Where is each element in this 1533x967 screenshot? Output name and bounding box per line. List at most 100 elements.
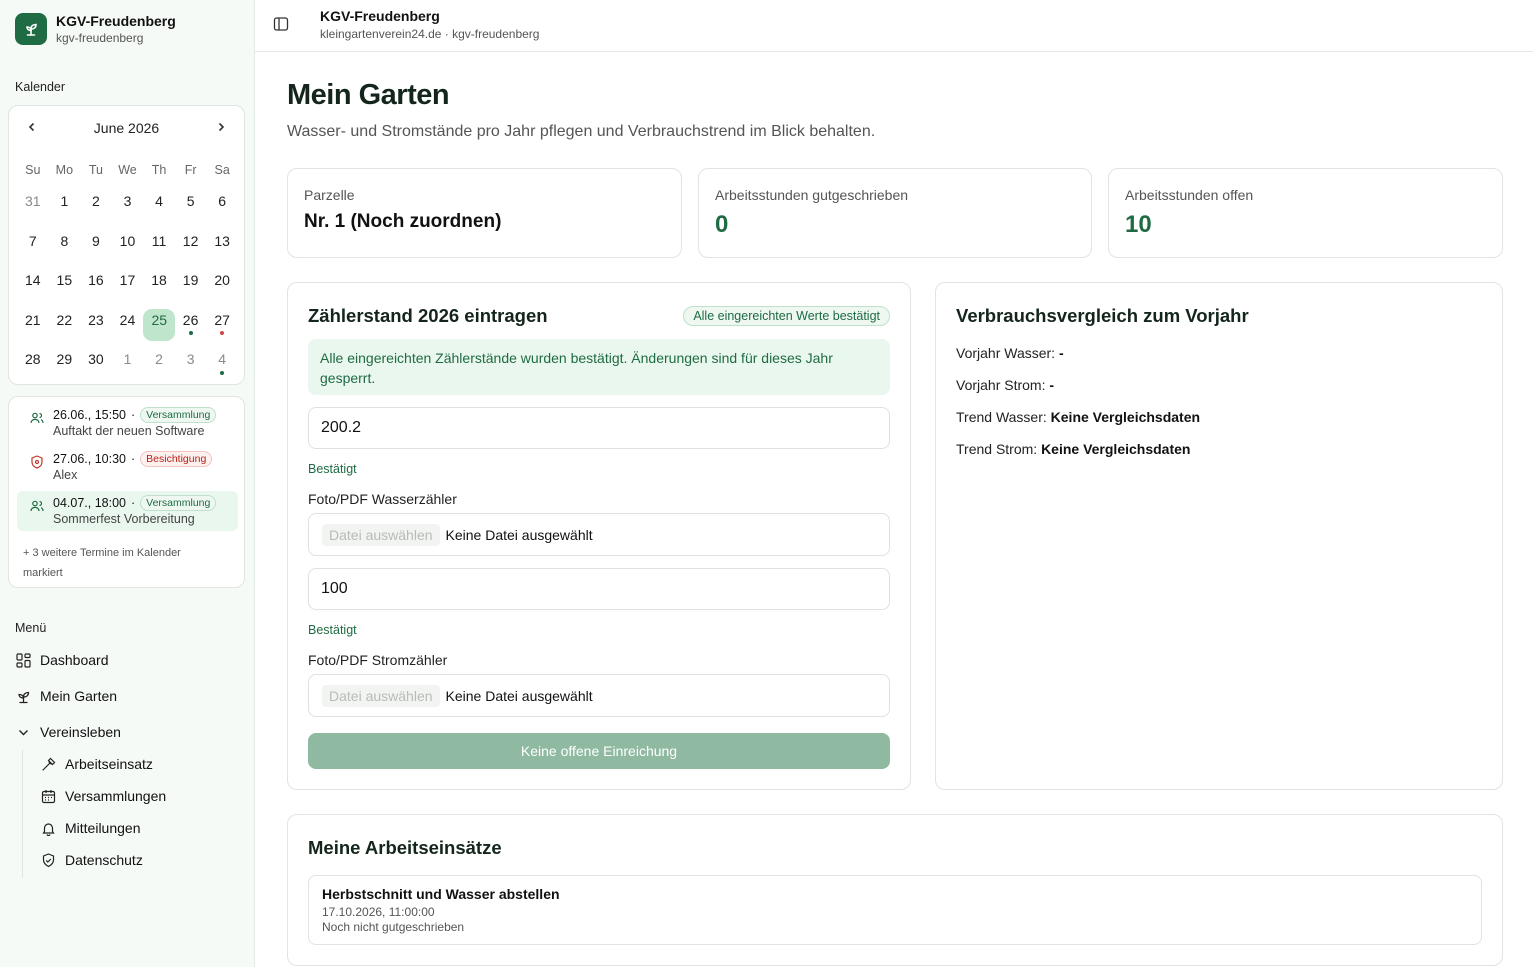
stat-value: 10 <box>1125 211 1152 238</box>
meter-card: Zählerstand 2026 eintragen Alle eingerei… <box>287 282 911 790</box>
menu-datenschutz[interactable]: Datenschutz <box>41 852 143 868</box>
stat-label: Arbeitsstunden offen <box>1125 187 1254 203</box>
calendar-day[interactable]: 31 <box>17 183 49 223</box>
calendar-day[interactable]: 4 <box>143 183 175 223</box>
power-meter-input[interactable]: 100 <box>308 568 890 610</box>
calendar-day[interactable]: 3 <box>175 341 207 381</box>
water-meter-value: 200.2 <box>321 419 362 436</box>
users-icon <box>30 500 44 512</box>
calendar-day[interactable]: 1 <box>112 341 144 381</box>
calendar-day[interactable]: 20 <box>206 262 238 302</box>
water-meter-input[interactable]: 200.2 <box>308 407 890 449</box>
power-file-input[interactable]: Datei auswählen Keine Datei ausgewählt <box>308 674 890 717</box>
job-date: 17.10.2026, 11:00:00 <box>322 905 435 919</box>
calendar-grid: Su Mo Tu We Th Fr Sa 31 1 2 3 4 5 6 7 8 … <box>17 158 238 381</box>
submit-button[interactable]: Keine offene Einreichung <box>308 733 890 769</box>
calendar-day[interactable]: 2 <box>143 341 175 381</box>
calendar-day[interactable]: 4 <box>206 341 238 381</box>
comparison-row: Vorjahr Strom: - <box>956 377 1054 393</box>
power-file-label: Foto/PDF Stromzähler <box>308 652 448 668</box>
comparison-label: Trend Wasser: <box>956 409 1047 425</box>
calendar-day[interactable]: 19 <box>175 262 207 302</box>
comparison-value: - <box>1049 377 1055 393</box>
calendar-day[interactable]: 22 <box>49 302 81 342</box>
menu-label-vereinsleben: Vereinsleben <box>40 724 121 740</box>
event-datetime: 26.06., 15:50 <box>53 408 126 422</box>
event-item[interactable]: 26.06., 15:50 · Versammlung Auftakt der ne… <box>17 403 238 443</box>
separator-dot: · <box>130 496 136 510</box>
menu-dashboard[interactable]: Dashboard <box>16 652 109 668</box>
day-label: 27 <box>214 311 230 328</box>
calendar-day[interactable]: 14 <box>17 262 49 302</box>
calendar-day[interactable]: 10 <box>112 223 144 263</box>
calendar-icon <box>41 789 56 803</box>
event-dot <box>220 370 225 375</box>
calendar-day[interactable]: 11 <box>143 223 175 263</box>
dashboard-grid-icon <box>16 652 31 668</box>
calendar-day[interactable]: 2 <box>80 183 112 223</box>
file-status: Keine Datei ausgewählt <box>445 526 593 543</box>
menu-versammlungen[interactable]: Versammlungen <box>41 788 166 804</box>
job-status: Noch nicht gutgeschrieben <box>322 920 465 934</box>
calendar-day[interactable]: 3 <box>112 183 144 223</box>
event-item-highlighted[interactable]: 04.07., 18:00 · Versammlung Sommerfest Vor… <box>17 491 238 531</box>
choose-file-button[interactable]: Datei auswählen <box>322 684 440 707</box>
event-title: Auftakt der neuen Software <box>53 424 205 438</box>
menu-vereinsleben[interactable]: Vereinsleben <box>16 724 121 740</box>
calendar-day[interactable]: 30 <box>80 341 112 381</box>
water-status: Bestätigt <box>308 462 357 476</box>
menu-mitteilungen[interactable]: Mitteilungen <box>41 820 141 836</box>
brand-slug: kgv-freudenberg <box>56 31 144 45</box>
chevron-right-icon <box>218 122 225 132</box>
hammer-icon <box>42 757 56 771</box>
comparison-value: Keine Vergleichsdaten <box>1050 409 1201 425</box>
stat-card-parzelle: Parzelle Nr. 1 (Noch zuordnen) <box>287 168 682 258</box>
menu-arbeitseinsatz[interactable]: Arbeitseinsatz <box>41 756 153 772</box>
calendar-day[interactable]: 15 <box>49 262 81 302</box>
menu-label-datenschutz: Datenschutz <box>65 852 143 868</box>
calendar-day[interactable]: 29 <box>49 341 81 381</box>
menu-mein-garten[interactable]: Mein Garten <box>16 688 117 704</box>
calendar-day[interactable]: 9 <box>80 223 112 263</box>
calendar-day[interactable]: 21 <box>17 302 49 342</box>
choose-file-button[interactable]: Datei auswählen <box>322 523 440 546</box>
water-file-input[interactable]: Datei auswählen Keine Datei ausgewählt <box>308 513 890 556</box>
org-subtitle: kleingartenverein24.de · kgv-freudenberg <box>320 27 540 41</box>
calendar-day[interactable]: 28 <box>17 341 49 381</box>
calendar-day[interactable]: 27 <box>206 302 238 342</box>
calendar-day[interactable]: 5 <box>175 183 207 223</box>
calendar-day[interactable]: 18 <box>143 262 175 302</box>
submenu-guide-line <box>22 750 23 878</box>
sidebar-toggle-icon[interactable] <box>273 16 289 32</box>
next-month-button[interactable] <box>211 118 231 138</box>
day-label: 4 <box>218 351 227 367</box>
event-datetime: 04.07., 18:00 <box>53 496 126 510</box>
calendar-day-today[interactable]: 25 <box>143 302 176 342</box>
page-title: Mein Garten <box>287 79 450 111</box>
separator-dot: · <box>130 408 136 422</box>
chevron-down-icon <box>19 729 28 735</box>
job-item[interactable]: Herbstschnitt und Wasser abstellen 17.10… <box>308 875 1482 945</box>
more-events-note: + 3 weitere Termine im Kalender markiert <box>23 547 181 579</box>
calendar-day[interactable]: 8 <box>49 223 81 263</box>
comparison-label: Trend Strom: <box>956 441 1038 457</box>
event-item[interactable]: 27.06., 10:30 · Besichtigung Alex <box>17 447 238 487</box>
calendar-day[interactable]: 6 <box>206 183 238 223</box>
weekday-label: Fr <box>184 163 197 177</box>
calendar-day[interactable]: 24 <box>112 302 144 342</box>
menu-label-dashboard: Dashboard <box>40 652 109 668</box>
calendar-day[interactable]: 1 <box>49 183 81 223</box>
brand[interactable]: KGV-Freudenberg kgv-freudenberg <box>15 13 176 45</box>
calendar-day[interactable]: 16 <box>80 262 112 302</box>
calendar-day[interactable]: 26 <box>175 302 207 342</box>
menu-label-mitteilungen: Mitteilungen <box>65 820 141 836</box>
comparison-row: Trend Wasser: Keine Vergleichsdaten <box>956 409 1200 425</box>
calendar-day[interactable]: 7 <box>17 223 49 263</box>
calendar-day[interactable]: 23 <box>80 302 112 342</box>
event-datetime: 27.06., 10:30 <box>53 452 126 466</box>
calendar-day[interactable]: 13 <box>206 223 238 263</box>
weekday-label: Sa <box>214 163 230 177</box>
calendar-day[interactable]: 12 <box>175 223 207 263</box>
menu-label-versammlungen: Versammlungen <box>65 788 167 804</box>
calendar-day[interactable]: 17 <box>112 262 144 302</box>
